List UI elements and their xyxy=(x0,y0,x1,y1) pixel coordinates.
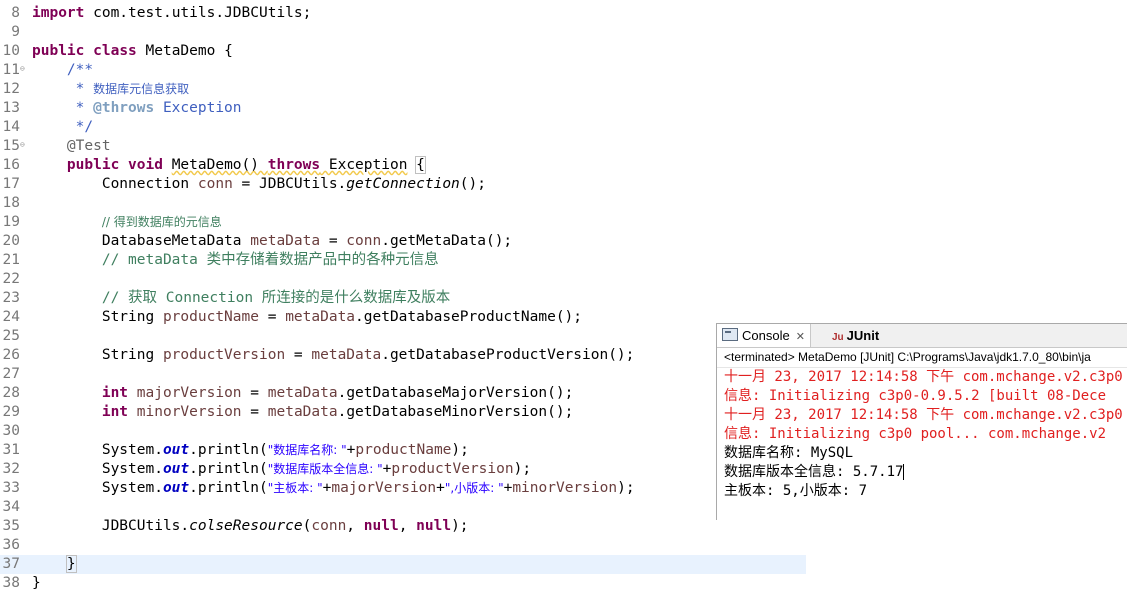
line-number: 38 xyxy=(2,575,20,591)
console-cursor xyxy=(903,464,905,480)
code-line[interactable]: 16 public void MetaDemo() throws Excepti… xyxy=(0,156,806,175)
tab-junit[interactable]: Ju JUnit xyxy=(827,324,884,347)
code-line[interactable]: 8 import com.test.utils.JDBCUtils; xyxy=(0,4,806,23)
line-number: 35 xyxy=(2,518,20,534)
code-line[interactable]: 27 xyxy=(0,365,806,384)
console-line: 十一月 23, 2017 12:14:58 下午 com.mchange.v2.… xyxy=(724,369,1123,385)
code-line[interactable]: 15⊖ @Test xyxy=(0,137,806,156)
line-number: 15 xyxy=(2,138,20,154)
console-line-text: 数据库版本全信息: 5.7.17 xyxy=(724,464,904,480)
code-line[interactable]: 35 JDBCUtils.colseResource(conn, null, n… xyxy=(0,517,806,536)
code-line[interactable]: 11⊖ /** xyxy=(0,61,806,80)
line-number: 10 xyxy=(2,43,20,59)
string-literal: "数据库版本全信息: " xyxy=(267,462,383,476)
line-number: 16 xyxy=(2,157,20,173)
line-number: 12 xyxy=(2,81,20,97)
code-line[interactable]: 17 Connection conn = JDBCUtils.getConnec… xyxy=(0,175,806,194)
line-number: 34 xyxy=(2,499,20,515)
string-literal: "数据库名称: " xyxy=(267,443,347,457)
console-line: 数据库名称: MySQL xyxy=(724,445,854,461)
code-line[interactable]: 34 xyxy=(0,498,806,517)
code-line[interactable]: 23 // 获取 Connection 所连接的是什么数据库及版本 xyxy=(0,289,806,308)
line-number: 28 xyxy=(2,385,20,401)
javadoc-text: Exception xyxy=(162,100,242,116)
console-tab-bar: Console ✕ Ju JUnit xyxy=(717,324,1127,348)
line-number: 23 xyxy=(2,290,20,306)
line-number: 24 xyxy=(2,309,20,325)
code-line[interactable]: 13 * @throws Exception xyxy=(0,99,806,118)
fold-toggle-icon[interactable]: ⊖ xyxy=(20,137,32,152)
code-line[interactable]: 36 xyxy=(0,536,806,555)
line-number: 36 xyxy=(2,537,20,553)
console-line: 信息: Initializing c3p0 pool... com.mchang… xyxy=(724,426,1107,442)
console-output[interactable]: 十一月 23, 2017 12:14:58 下午 com.mchange.v2.… xyxy=(717,368,1127,501)
console-icon xyxy=(722,328,738,341)
code-comment: // 得到数据库的元信息 xyxy=(101,215,222,229)
annotation: @Test xyxy=(66,138,111,154)
console-line: 主板本: 5,小版本: 7 xyxy=(724,483,868,499)
line-number: 33 xyxy=(2,480,20,496)
code-line[interactable]: 20 DatabaseMetaData metaData = conn.getM… xyxy=(0,232,806,251)
tab-junit-label: JUnit xyxy=(846,328,880,343)
line-number: 26 xyxy=(2,347,20,363)
console-status-text: <terminated> MetaDemo [JUnit] C:\Program… xyxy=(717,348,1127,368)
tab-console-label: Console xyxy=(742,328,790,343)
line-number: 29 xyxy=(2,404,20,420)
line-number: 31 xyxy=(2,442,20,458)
code-line[interactable]: 12 * 数据库元信息获取 xyxy=(0,80,806,99)
line-number: 37 xyxy=(2,556,20,572)
code-line[interactable]: 38} xyxy=(0,574,806,593)
line-number: 18 xyxy=(2,195,20,211)
code-line[interactable]: 24 String productName = metaData.getData… xyxy=(0,308,806,327)
console-panel[interactable]: Console ✕ Ju JUnit <terminated> MetaDemo [… xyxy=(716,323,1127,520)
string-literal: "主板本: " xyxy=(267,481,323,495)
line-number: 13 xyxy=(2,100,20,116)
code-comment: // metaData 类中存储着数据产品中的各种元信息 xyxy=(101,252,439,268)
javadoc-tag: @throws xyxy=(93,100,155,116)
code-comment: // 获取 Connection 所连接的是什么数据库及版本 xyxy=(101,290,451,306)
fold-toggle-icon[interactable]: ⊖ xyxy=(20,61,32,76)
console-line: 数据库版本全信息: 5.7.17 xyxy=(717,463,1127,482)
line-number: 25 xyxy=(2,328,20,344)
console-line: 十一月 23, 2017 12:14:58 下午 com.mchange.v2.… xyxy=(724,407,1123,423)
line-number: 30 xyxy=(2,423,20,439)
code-line[interactable]: 22 xyxy=(0,270,806,289)
console-line: 信息: Initializing c3p0-0.9.5.2 [built 08-… xyxy=(724,388,1107,404)
javadoc-text: 数据库元信息获取 xyxy=(93,82,190,96)
code-line[interactable]: 10 public class MetaDemo { xyxy=(0,42,806,61)
tab-console[interactable]: Console ✕ xyxy=(717,324,811,347)
code-line[interactable]: 14 */ xyxy=(0,118,806,137)
code-line[interactable]: 9 xyxy=(0,23,806,42)
code-line[interactable]: 32 System.out.println("数据库版本全信息: "+produ… xyxy=(0,460,806,479)
code-line[interactable]: 18 xyxy=(0,194,806,213)
line-number: 9 xyxy=(11,24,20,40)
line-number: 27 xyxy=(2,366,20,382)
junit-icon: Ju xyxy=(832,332,844,343)
line-number: 20 xyxy=(2,233,20,249)
code-line[interactable]: 29 int minorVersion = metaData.getDataba… xyxy=(0,403,806,422)
close-icon[interactable]: ✕ xyxy=(796,331,805,343)
code-line[interactable]: 31 System.out.println("数据库名称: "+productN… xyxy=(0,441,806,460)
code-line[interactable]: 25 xyxy=(0,327,806,346)
line-number: 11 xyxy=(2,62,20,78)
string-literal: ",小版本: " xyxy=(444,481,504,495)
line-number: 19 xyxy=(2,214,20,230)
code-line[interactable]: 19 // 得到数据库的元信息 xyxy=(0,213,806,232)
line-number: 8 xyxy=(11,5,20,21)
line-number: 17 xyxy=(2,176,20,192)
line-number: 14 xyxy=(2,119,20,135)
line-number: 21 xyxy=(2,252,20,268)
line-number: 32 xyxy=(2,461,20,477)
line-number: 22 xyxy=(2,271,20,287)
code-line[interactable]: 26 String productVersion = metaData.getD… xyxy=(0,346,806,365)
code-line[interactable]: 30 xyxy=(0,422,806,441)
code-line[interactable]: 28 int majorVersion = metaData.getDataba… xyxy=(0,384,806,403)
code-line[interactable]: 21 // metaData 类中存储着数据产品中的各种元信息 xyxy=(0,251,806,270)
text-cursor xyxy=(75,556,77,572)
code-line-current[interactable]: 37 } xyxy=(0,555,806,574)
code-line[interactable]: 33 System.out.println("主板本: "+majorVersi… xyxy=(0,479,806,498)
